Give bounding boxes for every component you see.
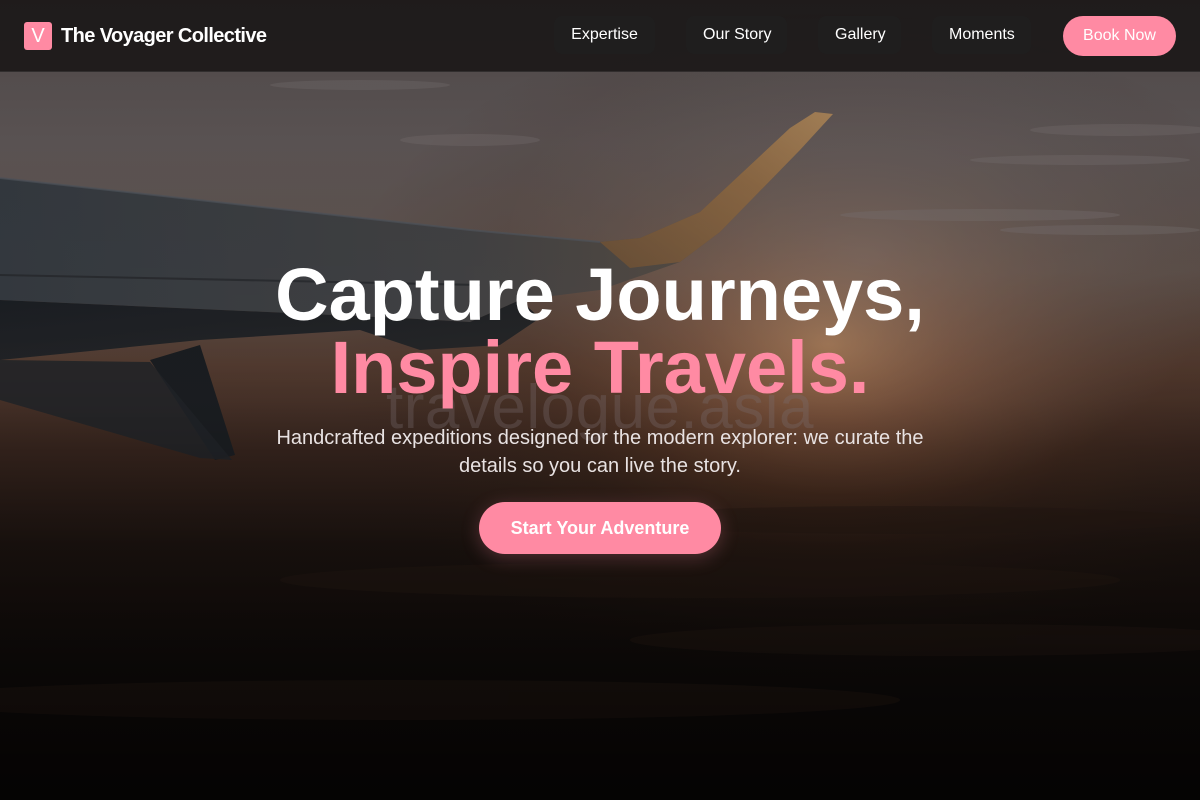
hero-subtitle: Handcrafted expeditions designed for the… (276, 427, 924, 477)
brand-logo-icon: V (24, 22, 52, 50)
hero-headline-line1: Capture Journeys, (275, 253, 925, 336)
brand-name: The Voyager Collective (61, 24, 267, 47)
book-now-button[interactable]: Book Now (1063, 16, 1176, 56)
brand-link[interactable]: V The Voyager Collective (24, 21, 267, 51)
nav-link-our-story[interactable]: Our Story (686, 16, 787, 54)
nav-link-expertise[interactable]: Expertise (554, 16, 655, 54)
nav-link-gallery[interactable]: Gallery (818, 16, 901, 54)
start-adventure-button[interactable]: Start Your Adventure (479, 502, 721, 554)
hero-section: travelogue.asia Capture Journeys, Inspir… (0, 72, 1200, 800)
hero-headline-line2: Inspire Travels. (330, 326, 870, 409)
nav-link-moments[interactable]: Moments (932, 16, 1031, 54)
top-navbar: V The Voyager Collective Expertise Our S… (0, 0, 1200, 72)
landing-page: V The Voyager Collective Expertise Our S… (0, 0, 1200, 800)
